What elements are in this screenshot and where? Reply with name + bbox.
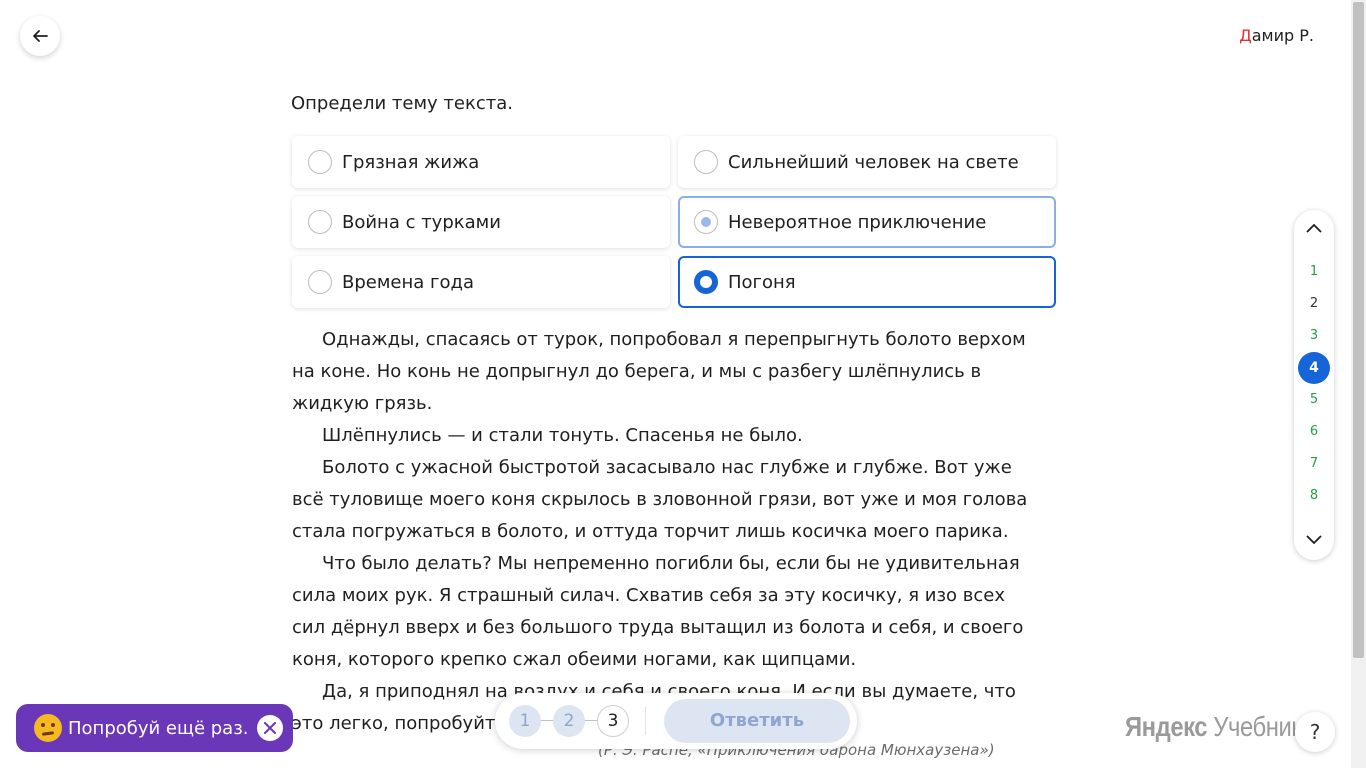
attempt-step-2: 2 (553, 705, 585, 737)
hint-toast: Попробуй ещё раз. (16, 704, 293, 752)
user-name-rest: амир Р. (1251, 26, 1314, 45)
page-scrollbar[interactable] (1351, 0, 1366, 768)
page-scrollbar-thumb[interactable] (1353, 2, 1364, 658)
radio-button[interactable] (308, 210, 332, 234)
task-number-7[interactable]: 7 (1294, 456, 1334, 471)
radio-button[interactable] (694, 210, 718, 234)
option-incredible-adventure[interactable]: Невероятное приключение (678, 196, 1056, 248)
bar-divider (645, 707, 646, 735)
option-dirty-slurry[interactable]: Грязная жижа (292, 136, 670, 188)
close-icon (264, 722, 276, 734)
submit-answer-button[interactable]: Ответить (664, 699, 850, 743)
task-number-1[interactable]: 1 (1294, 264, 1334, 279)
logo-bold: Яндекс (1125, 711, 1208, 742)
answer-options: Грязная жижа Сильнейший человек на свете… (292, 136, 1056, 308)
chevron-up-icon (1306, 223, 1322, 233)
nav-down-button[interactable] (1294, 522, 1334, 558)
option-chase[interactable]: Погоня (678, 256, 1056, 308)
arrow-left-icon (33, 30, 48, 42)
passage-paragraph: Что было делать? Мы непременно погибли б… (292, 553, 1024, 670)
option-label: Грязная жижа (342, 151, 480, 173)
user-name[interactable]: Дамир Р. (1239, 26, 1314, 45)
help-button[interactable]: ? (1295, 712, 1335, 752)
question-title: Определи тему текста. (291, 93, 513, 114)
thinking-face-icon (34, 714, 62, 742)
radio-button[interactable] (308, 150, 332, 174)
attempt-step-3: 3 (597, 705, 629, 737)
option-label: Невероятное приключение (728, 211, 987, 233)
passage-paragraph: Шлёпнулись — и стали тонуть. Спасенья не… (322, 425, 803, 446)
option-label: Погоня (728, 271, 796, 293)
task-number-8[interactable]: 8 (1294, 488, 1334, 503)
option-war-with-turks[interactable]: Война с турками (292, 196, 670, 248)
task-number-current[interactable]: 4 (1298, 352, 1330, 384)
reading-passage: Однажды, спасаясь от турок, попробовал я… (292, 324, 1032, 740)
task-number-3[interactable]: 3 (1294, 328, 1334, 343)
option-label: Война с турками (342, 211, 501, 233)
chevron-down-icon (1306, 535, 1322, 545)
task-number-2[interactable]: 2 (1294, 296, 1334, 311)
attempt-step-1: 1 (509, 705, 541, 737)
option-label: Сильнейший человек на свете (728, 151, 1019, 173)
option-strongest-man[interactable]: Сильнейший человек на свете (678, 136, 1056, 188)
step-connector (541, 720, 553, 721)
toast-text: Попробуй ещё раз. (68, 717, 249, 739)
toast-close-button[interactable] (257, 715, 283, 741)
task-navigator: 1 2 3 4 5 6 7 8 (1294, 210, 1334, 560)
yandex-uchebnik-logo[interactable]: Яндекс Учебник (1125, 711, 1302, 743)
logo-light: Учебник (1207, 711, 1302, 742)
passage-paragraph: Болото с ужасной быстротой засасывало на… (292, 457, 1028, 542)
radio-button-selected[interactable] (694, 270, 718, 294)
nav-up-button[interactable] (1294, 210, 1334, 246)
user-name-initial: Д (1239, 26, 1252, 45)
step-connector (585, 720, 597, 721)
back-button[interactable] (20, 16, 60, 56)
task-number-6[interactable]: 6 (1294, 424, 1334, 439)
option-seasons[interactable]: Времена года (292, 256, 670, 308)
task-number-5[interactable]: 5 (1294, 392, 1334, 407)
radio-button[interactable] (694, 150, 718, 174)
passage-paragraph: Однажды, спасаясь от турок, попробовал я… (292, 329, 1026, 414)
answer-bar: 1 2 3 Ответить (495, 693, 857, 749)
option-label: Времена года (342, 271, 474, 293)
radio-button[interactable] (308, 270, 332, 294)
